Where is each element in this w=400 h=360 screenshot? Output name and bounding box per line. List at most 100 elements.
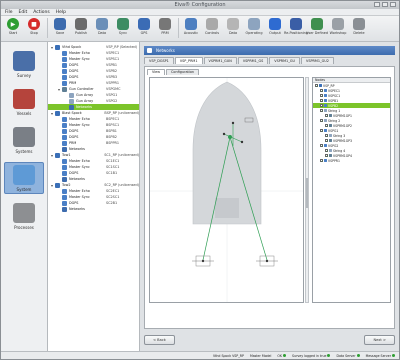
toolbar-controls-button[interactable]: Controls bbox=[202, 18, 222, 35]
toolbar-workshop-button[interactable]: Workshop bbox=[328, 18, 348, 35]
next-button[interactable]: Next > bbox=[364, 335, 395, 345]
network-view[interactable] bbox=[149, 77, 304, 303]
status-item: Survey logged in true bbox=[292, 354, 331, 358]
tree-node-icon bbox=[62, 50, 67, 56]
tree-item-id: VSP_RP (Selected) bbox=[106, 45, 138, 49]
nav-systems[interactable]: Systems bbox=[4, 124, 44, 156]
node-checkbox[interactable]: ✓ bbox=[320, 129, 324, 133]
repositioning-icon bbox=[290, 18, 302, 30]
toolbar-stop-button[interactable]: ■ Stop bbox=[24, 18, 44, 35]
node-checkbox[interactable]: ✓ bbox=[320, 104, 324, 108]
node-checkbox[interactable]: ✓ bbox=[315, 84, 319, 88]
node-icon bbox=[329, 134, 332, 137]
tree-item-id: SC2EC1 bbox=[106, 189, 120, 193]
back-button[interactable]: < Back bbox=[144, 335, 175, 345]
tab-vsprm1_gun[interactable]: VSPRM1_GUN bbox=[203, 57, 237, 64]
subtab-view[interactable]: View bbox=[147, 69, 166, 75]
node-checkbox[interactable]: ✓ bbox=[325, 124, 329, 128]
node-checkbox[interactable]: ✓ bbox=[320, 94, 324, 98]
minimize-button[interactable] bbox=[374, 2, 380, 7]
reference-point[interactable] bbox=[228, 135, 232, 139]
toolbar-sync-button[interactable]: Sync bbox=[113, 18, 133, 35]
tree-item-id: VSPPR1 bbox=[106, 81, 120, 85]
menu-actions[interactable]: Actions bbox=[33, 9, 49, 15]
status-ok-icon bbox=[283, 354, 287, 357]
toolbar-separator bbox=[178, 18, 179, 38]
vessels-icon bbox=[13, 88, 35, 109]
node-checkbox[interactable]: ✓ bbox=[325, 114, 329, 118]
status-label: Vthd Spock VSP_RP bbox=[212, 353, 244, 358]
tree-item-label: DGPS bbox=[69, 75, 79, 79]
tree-item-label: DGPS bbox=[69, 135, 79, 139]
tree-item-label: Vthd Spock bbox=[62, 45, 82, 49]
scrollbar-thumb[interactable] bbox=[306, 178, 308, 208]
node-checkbox[interactable]: ✓ bbox=[320, 99, 324, 103]
expand-toggle-icon[interactable]: ▾ bbox=[50, 183, 54, 188]
nav-system[interactable]: System bbox=[4, 162, 44, 194]
node-label: String 1 bbox=[328, 108, 341, 113]
close-button[interactable] bbox=[390, 2, 396, 7]
toolbar-delete-button[interactable]: Delete bbox=[349, 18, 369, 35]
nav-vessels[interactable]: Vessels bbox=[4, 86, 44, 118]
toolbar-operating-button[interactable]: Operating bbox=[244, 18, 264, 35]
menu-edit[interactable]: Edit bbox=[19, 9, 28, 15]
tab-vsprm1_gs[interactable]: VSPRM1_GS bbox=[237, 57, 269, 64]
tab-vsprm1_gu2[interactable]: VSPRM1_GU2 bbox=[301, 57, 334, 64]
tree-node-icon bbox=[62, 86, 67, 92]
node-checkbox[interactable]: ✓ bbox=[325, 154, 329, 158]
tree-node-icon bbox=[62, 194, 67, 200]
node-label: String 3 bbox=[333, 133, 346, 138]
node-checkbox[interactable]: ✓ bbox=[320, 89, 324, 93]
tree-item-label: PRM bbox=[69, 81, 77, 85]
toolbar-acoustic-button[interactable]: Acoustic bbox=[181, 18, 201, 35]
menu-help[interactable]: Help bbox=[56, 9, 66, 15]
output-icon bbox=[269, 18, 281, 30]
tree-item-id: SC2_RP (unlicensed) bbox=[104, 183, 139, 187]
toolbar-separator bbox=[47, 18, 48, 38]
tree-node-icon bbox=[62, 122, 67, 128]
tab-vsp_prm1[interactable]: VSP_PRM1 bbox=[174, 57, 203, 64]
toolbar-gps-button[interactable]: GPS bbox=[134, 18, 154, 35]
diagram-scrollbar[interactable] bbox=[305, 77, 309, 303]
tree-item[interactable]: Networks bbox=[48, 206, 139, 212]
toolbar-data-button[interactable]: Data bbox=[92, 18, 112, 35]
node-checkbox[interactable]: ✓ bbox=[325, 134, 329, 138]
nav-processes[interactable]: Processes bbox=[4, 200, 44, 232]
prm-icon bbox=[159, 18, 171, 30]
toolbar-output-button[interactable]: Output bbox=[265, 18, 285, 35]
subtab-configuration[interactable]: Configuration bbox=[166, 69, 200, 75]
expand-toggle-icon[interactable]: ▾ bbox=[50, 111, 54, 116]
node-checkbox[interactable]: ✓ bbox=[325, 139, 329, 143]
toolbar-prm-button[interactable]: PRM bbox=[155, 18, 175, 35]
expand-toggle-icon[interactable]: ▾ bbox=[57, 87, 61, 92]
node-tree-item[interactable]: ✓ VSPPR1 bbox=[313, 158, 390, 163]
toolbar-user-defined-button[interactable]: User Defined bbox=[306, 18, 328, 35]
workshop-icon bbox=[332, 18, 344, 30]
node-checkbox[interactable]: ✓ bbox=[320, 144, 324, 148]
node-label: VSPRM1GP2 bbox=[333, 123, 352, 128]
toolbar-re-positioning-button[interactable]: Re-Positioning bbox=[284, 18, 308, 35]
tree-node-icon bbox=[62, 128, 67, 134]
tab-vsp_dgsp1[interactable]: VSP_DGSP1 bbox=[144, 57, 174, 64]
nav-survey[interactable]: Survey bbox=[4, 48, 44, 80]
maximize-button[interactable] bbox=[382, 2, 388, 7]
tree-node-icon bbox=[62, 206, 67, 212]
node-checkbox[interactable]: ✓ bbox=[320, 159, 324, 163]
node-label: VSPG2 bbox=[328, 143, 339, 148]
toolbar-save-button[interactable]: Save bbox=[50, 18, 70, 35]
tree-node-icon bbox=[69, 104, 74, 110]
menu-file[interactable]: File bbox=[5, 9, 13, 15]
status-label: Message Server bbox=[365, 353, 391, 358]
node-checkbox[interactable]: ✓ bbox=[320, 109, 324, 113]
tree-node-icon bbox=[55, 110, 60, 116]
expand-toggle-icon[interactable]: ▾ bbox=[50, 45, 54, 50]
toolbar-label: Acoustic bbox=[183, 31, 199, 35]
toolbar-publish-button[interactable]: Publish bbox=[71, 18, 91, 35]
toolbar-start-button[interactable]: ▶ Start bbox=[3, 18, 23, 35]
expand-toggle-icon[interactable]: ▾ bbox=[50, 153, 54, 158]
toolbar-label: Stop bbox=[30, 31, 38, 35]
node-checkbox[interactable]: ✓ bbox=[325, 149, 329, 153]
tab-vsprm1_gu[interactable]: VSPRM1_GU bbox=[269, 57, 301, 64]
toolbar-data-button[interactable]: Data bbox=[223, 18, 243, 35]
node-checkbox[interactable]: ✓ bbox=[320, 119, 324, 123]
